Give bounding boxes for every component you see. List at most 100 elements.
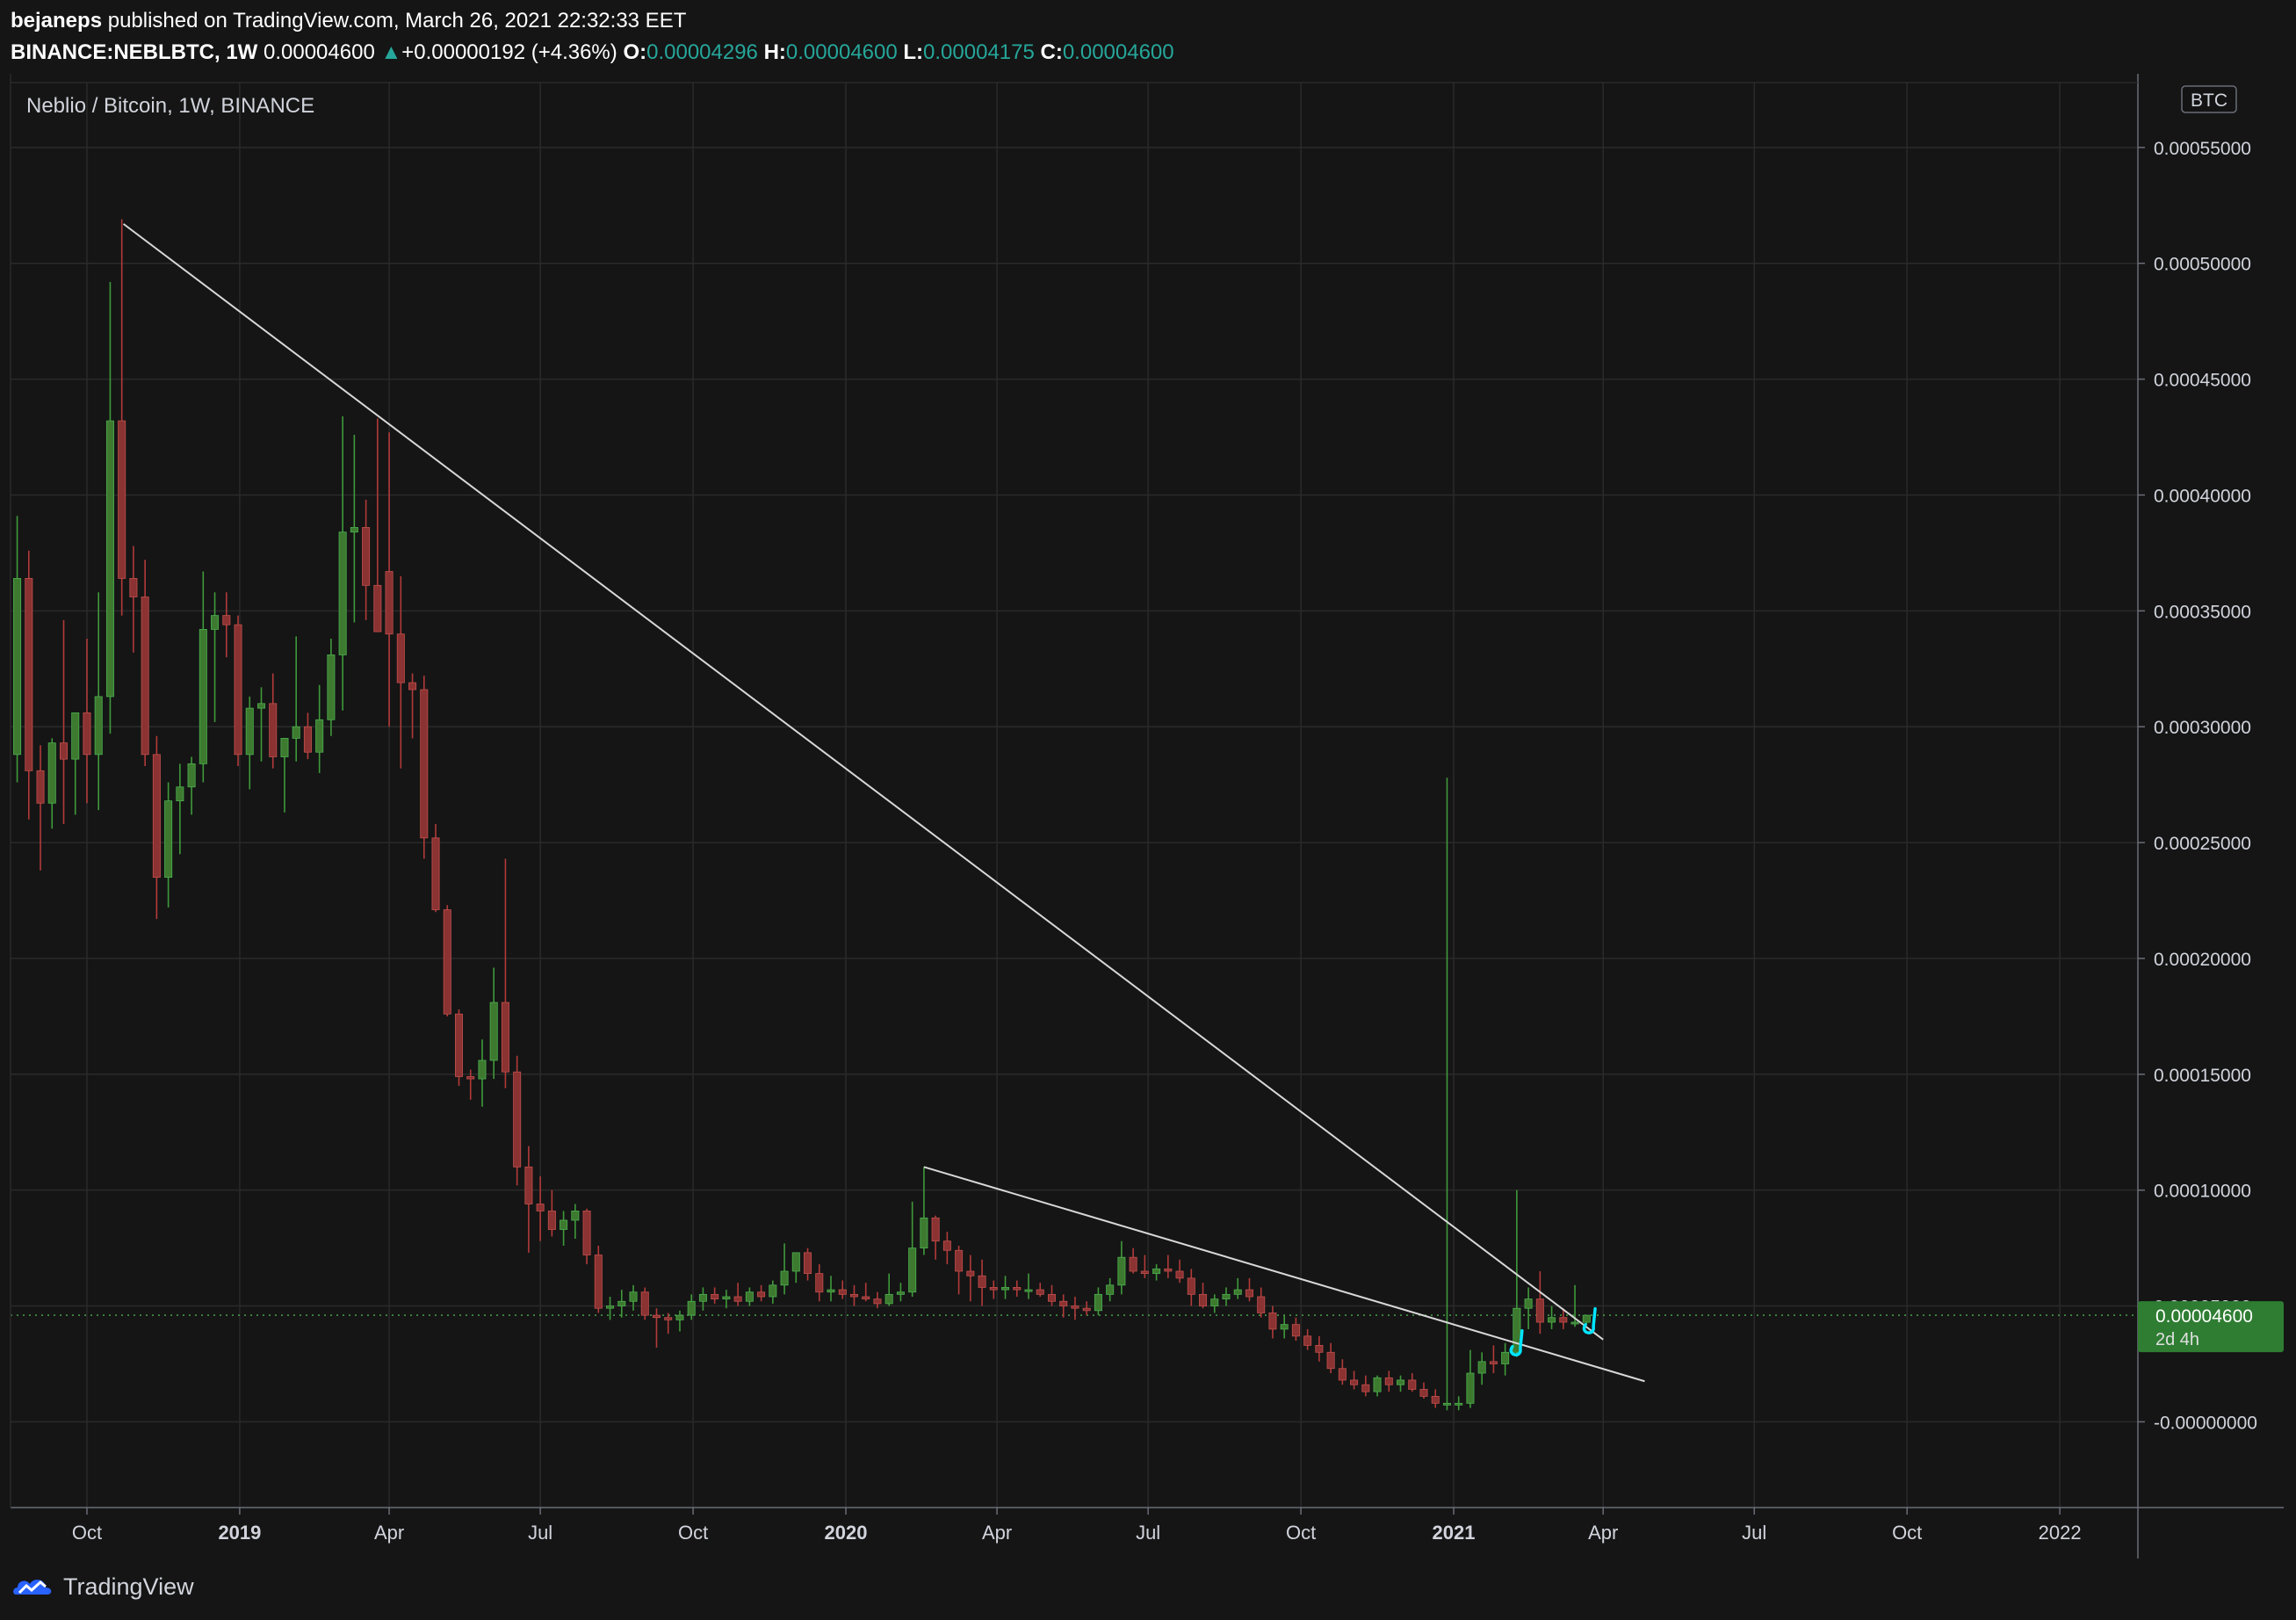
candle-body xyxy=(1106,1284,1115,1295)
candle-body xyxy=(1222,1293,1231,1300)
candle-body xyxy=(303,726,312,753)
candle-body xyxy=(594,1255,603,1309)
y-tick-label: 0.00030000 xyxy=(2154,718,2251,738)
candle-body xyxy=(222,615,231,626)
candle-body xyxy=(1431,1396,1440,1404)
tradingview-logo-icon xyxy=(13,1580,52,1595)
close-value: 0.00004600 xyxy=(1062,40,1174,64)
candle-body xyxy=(1455,1402,1463,1406)
candle-body xyxy=(187,763,196,788)
x-tick-label: Jul xyxy=(1136,1522,1160,1544)
candle-body xyxy=(431,837,440,910)
chart-grid xyxy=(11,83,2138,1508)
publisher-name[interactable]: bejaneps xyxy=(11,9,102,33)
candle-body xyxy=(733,1296,742,1302)
candle-body xyxy=(791,1252,800,1272)
candle-body xyxy=(862,1296,870,1300)
candle-body xyxy=(920,1217,928,1249)
candle-body xyxy=(280,737,289,757)
y-tick-label: 0.00015000 xyxy=(2154,1066,2251,1086)
candle-body xyxy=(71,712,80,760)
x-tick-label: Apr xyxy=(1588,1522,1618,1544)
candle-body xyxy=(94,696,103,756)
candle-body xyxy=(1442,1402,1451,1406)
candle-body xyxy=(1384,1377,1393,1385)
ohlc-line: BINANCE:NEBLBTC, 1W 0.00004600 ▲+0.00000… xyxy=(11,37,2285,69)
up-arrow-icon: ▲ xyxy=(380,40,402,64)
high-value: 0.00004600 xyxy=(785,40,898,64)
candle-body xyxy=(1140,1270,1149,1275)
currency-badge-label: BTC xyxy=(2191,90,2227,111)
candle-body xyxy=(443,909,451,1015)
currency-badge[interactable]: BTC xyxy=(2181,85,2237,113)
candle-body xyxy=(1350,1379,1359,1385)
candle-body xyxy=(838,1289,847,1295)
candle-body xyxy=(466,1076,475,1080)
candle-body xyxy=(118,420,126,579)
candle-body xyxy=(152,754,161,879)
y-tick-label: 0.00055000 xyxy=(2154,139,2251,159)
candle-body xyxy=(1338,1368,1347,1381)
y-tick-label: 0.00010000 xyxy=(2154,1182,2251,1202)
candle-body xyxy=(745,1291,754,1302)
y-tick-label: -0.00000000 xyxy=(2154,1413,2257,1433)
candle-body xyxy=(664,1317,673,1320)
close-label: C: xyxy=(1040,40,1063,64)
candle-body xyxy=(36,770,45,804)
candle-body xyxy=(769,1284,777,1298)
y-tick-label: 0.00025000 xyxy=(2154,834,2251,854)
candle-body xyxy=(966,1270,975,1276)
candle-body xyxy=(1559,1317,1568,1323)
candle-body xyxy=(420,689,429,839)
candle-body xyxy=(931,1217,940,1242)
candle-body xyxy=(942,1240,951,1251)
candle-body xyxy=(350,526,358,533)
candle-body xyxy=(1059,1300,1068,1306)
candle-body xyxy=(780,1270,789,1286)
candle-body xyxy=(1164,1268,1173,1272)
candle-body xyxy=(501,1002,509,1073)
last-price-countdown: 2d 4h xyxy=(2155,1330,2199,1349)
candle-body xyxy=(338,532,347,655)
candle-body xyxy=(25,578,33,771)
footer: TradingView xyxy=(11,1569,194,1604)
candle-body xyxy=(1466,1372,1475,1404)
chart-header: bejaneps published on TradingView.com, M… xyxy=(11,5,2285,70)
candle-body xyxy=(454,1013,463,1077)
candle-body xyxy=(129,578,138,597)
candle-body xyxy=(849,1293,858,1298)
publish-line: bejaneps published on TradingView.com, M… xyxy=(11,5,2285,37)
symbol-label[interactable]: BINANCE:NEBLBTC, 1W xyxy=(11,40,257,64)
published-text: published on TradingView.com, March 26, … xyxy=(107,9,687,33)
candle-body xyxy=(873,1298,882,1305)
candle-body xyxy=(1175,1270,1184,1279)
high-label: H: xyxy=(763,40,786,64)
candle-body xyxy=(884,1293,893,1305)
x-tick-label: Oct xyxy=(72,1522,102,1544)
x-tick-label: Oct xyxy=(1892,1522,1922,1544)
candle-body xyxy=(1199,1293,1208,1306)
y-tick-label: 0.00050000 xyxy=(2154,255,2251,275)
candle-body xyxy=(1071,1305,1079,1309)
candle-body xyxy=(1303,1335,1312,1346)
candle-body xyxy=(315,719,324,753)
candle-body xyxy=(1419,1389,1428,1397)
footer-brand[interactable]: TradingView xyxy=(63,1573,194,1601)
candle-body xyxy=(1524,1298,1533,1309)
chart-title: Neblio / Bitcoin, 1W, BINANCE xyxy=(26,94,314,118)
candle-body xyxy=(524,1166,533,1204)
candle-body xyxy=(362,526,371,586)
candle-body xyxy=(687,1300,696,1316)
x-tick-label: 2019 xyxy=(218,1522,261,1544)
candle-body xyxy=(385,571,393,635)
candle-body xyxy=(547,1211,556,1230)
open-value: 0.00004296 xyxy=(646,40,758,64)
candle-body xyxy=(396,633,405,683)
candle-body xyxy=(164,800,173,879)
candle-body xyxy=(1257,1296,1266,1313)
price-chart[interactable]: 0.00055000 0.00050000 0.00045000 0.00040000… xyxy=(0,74,2296,1559)
candle-body xyxy=(59,742,69,760)
candle-body xyxy=(1570,1321,1579,1325)
y-tick-label: 0.00035000 xyxy=(2154,602,2251,622)
candle-body xyxy=(989,1287,998,1291)
